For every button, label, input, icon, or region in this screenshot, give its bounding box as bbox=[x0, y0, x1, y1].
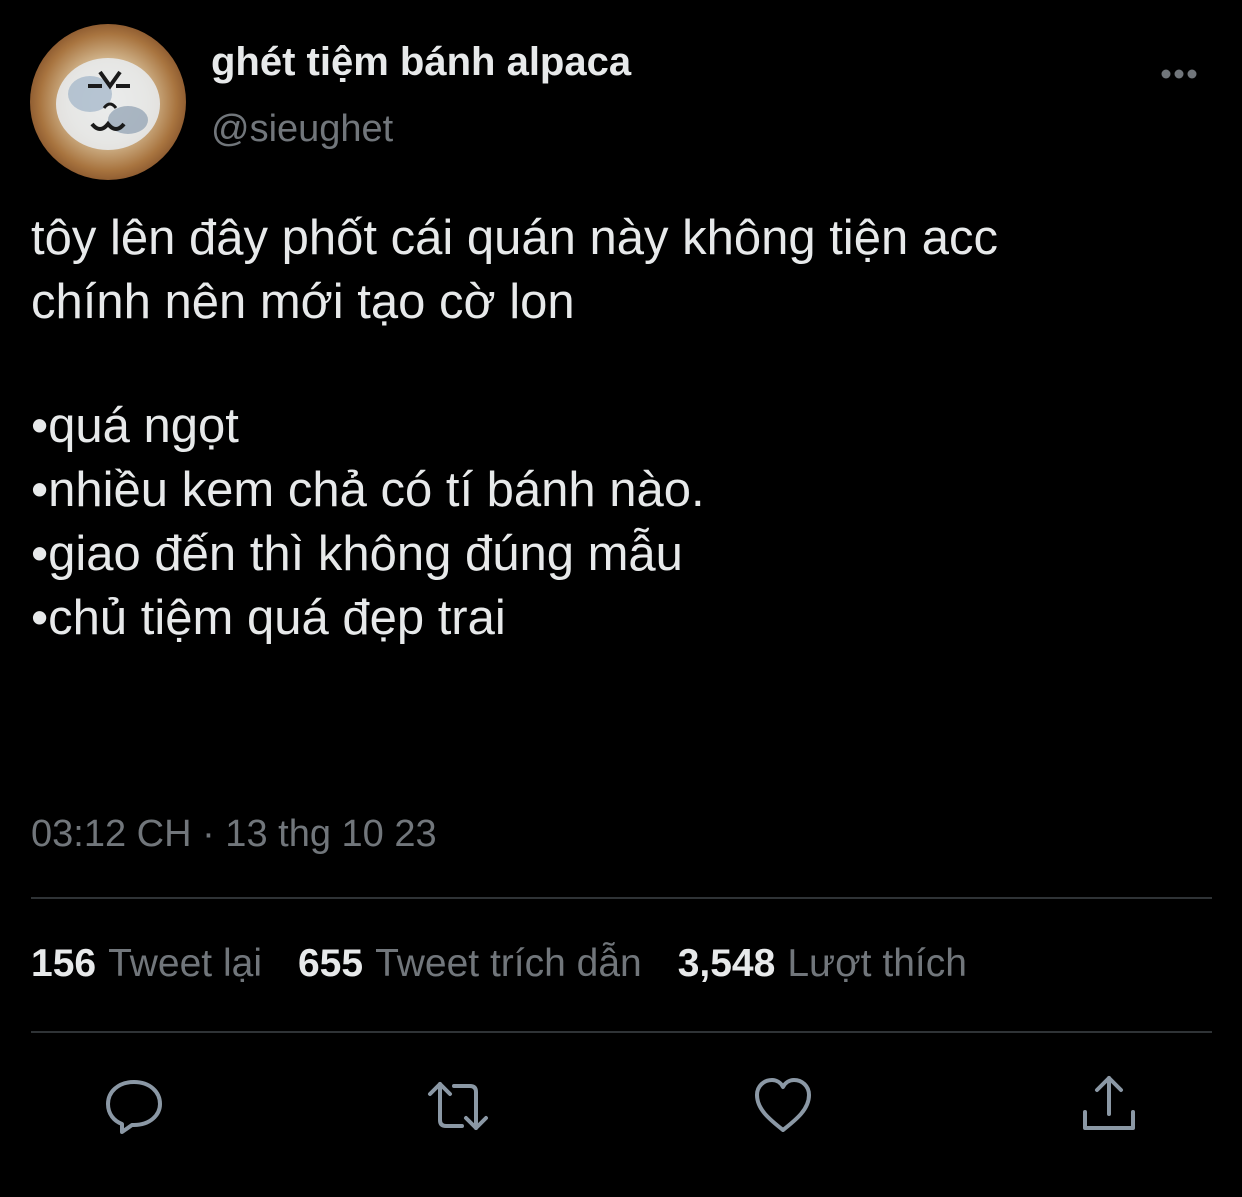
divider bbox=[31, 897, 1212, 899]
retweet-icon bbox=[428, 1082, 488, 1130]
divider bbox=[31, 1031, 1212, 1033]
tweet-line: •giao đến thì không đúng mẫu bbox=[31, 527, 683, 581]
like-icon bbox=[755, 1078, 811, 1132]
reply-button[interactable] bbox=[102, 1074, 166, 1138]
author-display-name[interactable]: ghét tiệm bánh alpaca bbox=[211, 40, 631, 85]
tweet-line: •chủ tiệm quá đẹp trai bbox=[31, 591, 506, 645]
share-button[interactable] bbox=[1077, 1074, 1141, 1138]
tweet-line: •nhiều kem chả có tí bánh nào. bbox=[31, 463, 705, 517]
reply-icon bbox=[106, 1080, 162, 1134]
quotes-count: 655 bbox=[297, 942, 364, 985]
tweet-line: •quá ngọt bbox=[31, 399, 239, 453]
retweets-label: Tweet lại bbox=[108, 942, 262, 985]
retweets-count: 156 bbox=[31, 942, 97, 985]
tweet-line: tôy lên đây phốt cái quán này không tiện… bbox=[31, 211, 999, 265]
like-button[interactable] bbox=[751, 1074, 815, 1138]
author-handle[interactable]: @sieughet bbox=[211, 108, 393, 151]
share-icon bbox=[1083, 1076, 1135, 1130]
tweet-stats: 156 Tweet lại 655 Tweet trích dẫn 3,548 Lượt … bbox=[31, 942, 1003, 986]
retweets-stat[interactable]: 156 Tweet lại bbox=[31, 942, 262, 986]
tweet-line: chính nên mới tạo cờ lon bbox=[31, 275, 575, 329]
avatar[interactable] bbox=[30, 24, 186, 180]
retweet-button[interactable] bbox=[426, 1074, 490, 1138]
likes-count: 3,548 bbox=[677, 942, 776, 985]
tweet-text: tôy lên đây phốt cái quán này không tiện… bbox=[31, 206, 1211, 650]
avatar-image bbox=[56, 58, 160, 150]
quotes-label: Tweet trích dẫn bbox=[375, 942, 642, 985]
likes-label: Lượt thích bbox=[787, 942, 967, 985]
quotes-stat[interactable]: 655 Tweet trích dẫn bbox=[298, 942, 642, 986]
more-options-icon[interactable] bbox=[1150, 56, 1208, 92]
likes-stat[interactable]: 3,548 Lượt thích bbox=[678, 942, 967, 986]
tweet-timestamp[interactable]: 03:12 CH · 13 thg 10 23 bbox=[31, 813, 437, 856]
